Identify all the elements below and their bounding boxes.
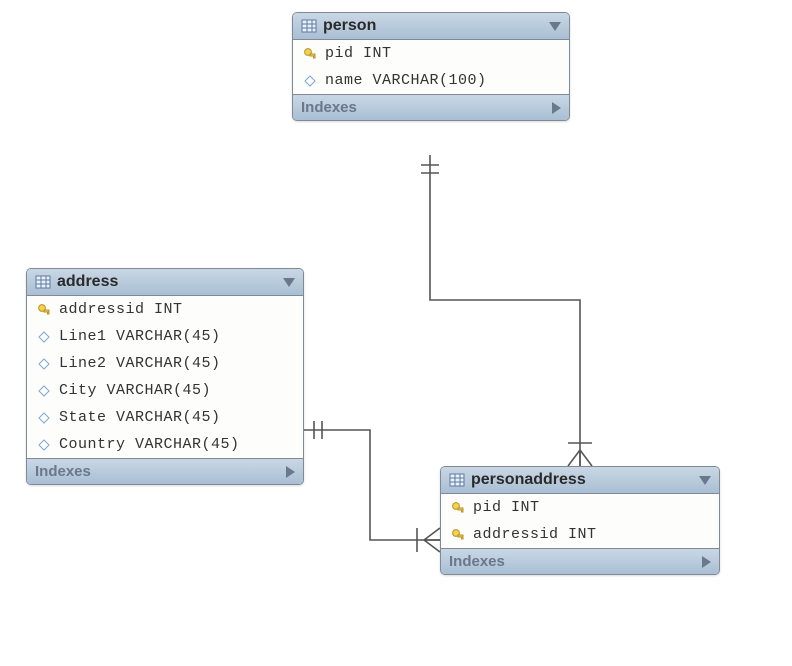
collapse-icon[interactable]: [699, 476, 711, 485]
column-text: addressid INT: [59, 301, 183, 318]
primary-key-icon: [303, 47, 317, 61]
column-row[interactable]: State VARCHAR(45): [27, 404, 303, 431]
expand-icon[interactable]: [286, 466, 295, 478]
entity-address[interactable]: address addressid INT Line1 VARCHAR(45) …: [26, 268, 304, 485]
column-text: Country VARCHAR(45): [59, 436, 240, 453]
indexes-label: Indexes: [449, 553, 702, 570]
entity-address-header[interactable]: address: [27, 269, 303, 296]
entity-personaddress-header[interactable]: personaddress: [441, 467, 719, 494]
column-text: Line1 VARCHAR(45): [59, 328, 221, 345]
entity-person-title: person: [317, 17, 549, 35]
column-diamond-icon: [37, 438, 51, 452]
entity-address-columns: addressid INT Line1 VARCHAR(45) Line2 VA…: [27, 296, 303, 458]
collapse-icon[interactable]: [283, 278, 295, 287]
column-text: pid INT: [325, 45, 392, 62]
entity-address-footer[interactable]: Indexes: [27, 458, 303, 484]
entity-person[interactable]: person pid INT name VARCHAR(100) Indexes: [292, 12, 570, 121]
column-row[interactable]: name VARCHAR(100): [293, 67, 569, 94]
indexes-label: Indexes: [35, 463, 286, 480]
column-row[interactable]: addressid INT: [27, 296, 303, 323]
column-text: City VARCHAR(45): [59, 382, 211, 399]
column-row[interactable]: Country VARCHAR(45): [27, 431, 303, 458]
entity-personaddress-title: personaddress: [465, 471, 699, 489]
entity-address-title: address: [51, 273, 283, 291]
expand-icon[interactable]: [552, 102, 561, 114]
column-text: pid INT: [473, 499, 540, 516]
primary-key-icon: [451, 501, 465, 515]
column-text: State VARCHAR(45): [59, 409, 221, 426]
column-row[interactable]: pid INT: [441, 494, 719, 521]
column-text: addressid INT: [473, 526, 597, 543]
table-icon: [35, 274, 51, 290]
column-row[interactable]: Line2 VARCHAR(45): [27, 350, 303, 377]
primary-key-icon: [37, 303, 51, 317]
collapse-icon[interactable]: [549, 22, 561, 31]
column-row[interactable]: addressid INT: [441, 521, 719, 548]
indexes-label: Indexes: [301, 99, 552, 116]
column-diamond-icon: [37, 330, 51, 344]
primary-key-icon: [451, 528, 465, 542]
entity-person-header[interactable]: person: [293, 13, 569, 40]
column-diamond-icon: [37, 384, 51, 398]
entity-person-columns: pid INT name VARCHAR(100): [293, 40, 569, 94]
column-row[interactable]: pid INT: [293, 40, 569, 67]
column-text: name VARCHAR(100): [325, 72, 487, 89]
column-diamond-icon: [303, 74, 317, 88]
entity-personaddress[interactable]: personaddress pid INT addressid INT Inde…: [440, 466, 720, 575]
table-icon: [301, 18, 317, 34]
er-diagram-canvas: person pid INT name VARCHAR(100) Indexes: [0, 0, 792, 666]
expand-icon[interactable]: [702, 556, 711, 568]
entity-person-footer[interactable]: Indexes: [293, 94, 569, 120]
column-text: Line2 VARCHAR(45): [59, 355, 221, 372]
entity-personaddress-columns: pid INT addressid INT: [441, 494, 719, 548]
column-row[interactable]: City VARCHAR(45): [27, 377, 303, 404]
column-diamond-icon: [37, 357, 51, 371]
table-icon: [449, 472, 465, 488]
column-row[interactable]: Line1 VARCHAR(45): [27, 323, 303, 350]
column-diamond-icon: [37, 411, 51, 425]
entity-personaddress-footer[interactable]: Indexes: [441, 548, 719, 574]
